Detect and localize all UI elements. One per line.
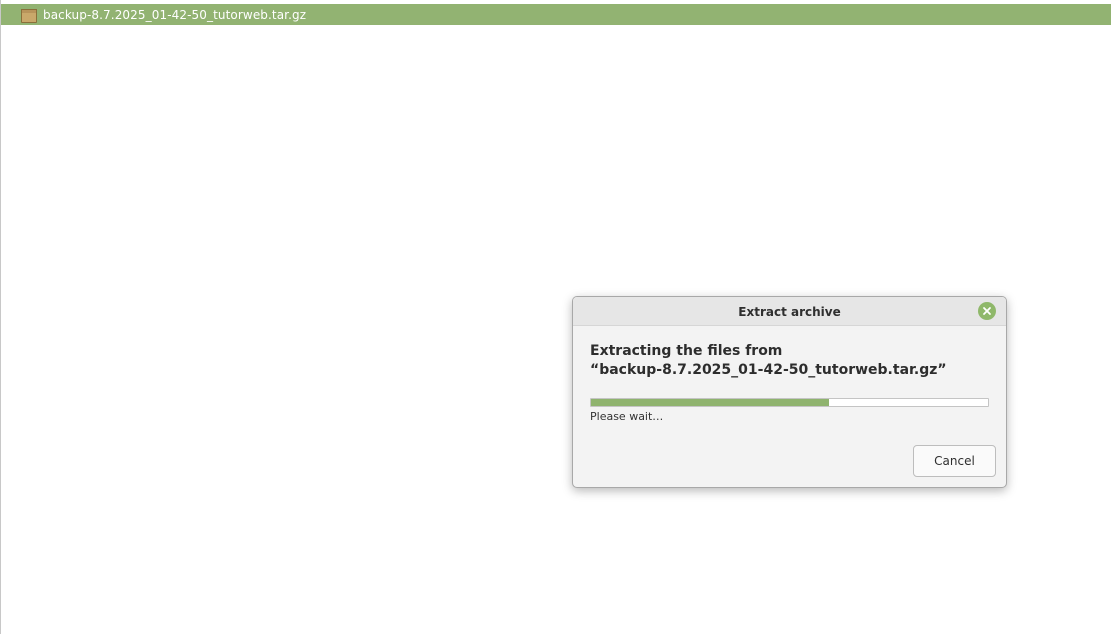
dialog-titlebar[interactable]: Extract archive — [573, 297, 1006, 326]
progress-bar — [590, 398, 989, 407]
window-left-border — [0, 0, 1, 634]
dialog-heading: Extracting the files from “backup-8.7.20… — [590, 342, 947, 380]
archive-icon — [21, 8, 37, 23]
heading-line-2: “backup-8.7.2025_01-42-50_tutorweb.tar.g… — [590, 362, 947, 378]
close-button[interactable] — [978, 302, 996, 320]
file-name: backup-8.7.2025_01-42-50_tutorweb.tar.gz — [43, 7, 307, 22]
dialog-title: Extract archive — [738, 304, 841, 319]
heading-line-1: Extracting the files from — [590, 343, 783, 359]
progress-bar-fill — [591, 399, 830, 406]
cancel-button[interactable]: Cancel — [913, 445, 996, 477]
status-text: Please wait… — [590, 410, 664, 423]
file-list-row-selected[interactable]: backup-8.7.2025_01-42-50_tutorweb.tar.gz — [1, 4, 1111, 25]
close-icon — [983, 307, 991, 315]
extract-archive-dialog: Extract archive Extracting the files fro… — [572, 296, 1007, 488]
